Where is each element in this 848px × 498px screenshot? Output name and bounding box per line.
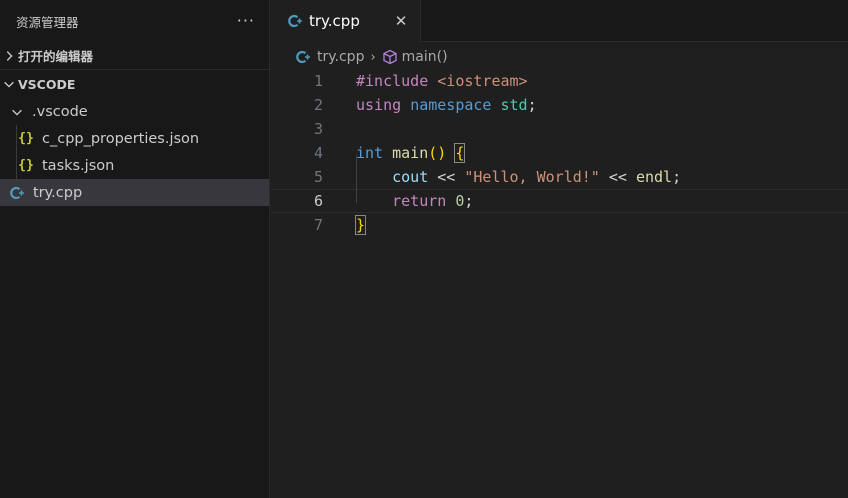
workspace-label: VSCODE [18,76,76,92]
code-line: 3 [271,117,848,141]
chevron-down-icon [10,105,24,119]
tree-file-c-cpp-properties[interactable]: {} c_cpp_properties.json [0,125,269,152]
code-text: cout << "Hello, World!" << endl; [392,168,682,186]
chevron-down-icon [2,77,16,91]
indent-guide [16,125,17,152]
line-number: 4 [313,144,323,162]
tree-folder-vscode[interactable]: .vscode [0,98,269,125]
indent-guide [16,152,17,179]
explorer-header: 资源管理器 ··· [0,0,269,42]
line-number: 7 [313,216,323,234]
chevron-right-icon [2,49,16,63]
editor-area: try.cpp ✕ try.cpp › main() 1 #include <i… [271,0,848,498]
explorer-title: 资源管理器 [16,14,79,30]
breadcrumb-separator: › [370,49,376,65]
cpp-file-icon [9,185,25,201]
code-line: 4 int main() { [271,141,848,165]
code-text: return 0; [392,192,474,210]
cpp-file-icon [287,13,303,29]
file-name: c_cpp_properties.json [42,130,200,147]
code-line: 7 } [271,213,848,237]
method-symbol-icon [382,49,398,65]
folder-name: .vscode [32,103,88,120]
tab-label: try.cpp [309,12,360,30]
line-number: 1 [313,72,323,90]
json-file-icon: {} [18,158,34,173]
open-editors-label: 打开的编辑器 [18,49,94,64]
code-text: #include <iostream> [356,72,528,90]
json-file-icon: {} [18,131,34,146]
line-number: 6 [313,192,323,210]
explorer-sidebar: 资源管理器 ··· 打开的编辑器 VSCODE .vscode {} c_cpp… [0,0,270,498]
file-name: try.cpp [33,184,83,201]
tab-try-cpp[interactable]: try.cpp ✕ [271,0,421,42]
tab-bar: try.cpp ✕ [271,0,848,42]
code-line: 1 #include <iostream> [271,69,848,93]
code-line-current: 6 return 0; [271,189,848,213]
cpp-file-icon [295,49,311,65]
code-line: 5 cout << "Hello, World!" << endl; [271,165,848,189]
workspace-section[interactable]: VSCODE [0,70,269,98]
line-number: 2 [313,96,323,114]
tree-file-tasks[interactable]: {} tasks.json [0,152,269,179]
code-text: int main() { [356,143,466,163]
open-editors-section[interactable]: 打开的编辑器 [0,42,269,70]
more-actions-icon[interactable]: ··· [237,13,255,29]
breadcrumb-file[interactable]: try.cpp [317,49,364,65]
indent-guide [356,155,357,203]
line-number: 5 [313,168,323,186]
breadcrumb: try.cpp › main() [271,42,848,72]
file-name: tasks.json [42,157,115,174]
close-icon[interactable]: ✕ [392,12,410,30]
tree-file-try-cpp[interactable]: try.cpp [0,179,269,206]
code-editor[interactable]: 1 #include <iostream> 2 using namespace … [271,69,848,237]
line-number: 3 [313,120,323,138]
breadcrumb-symbol[interactable]: main() [402,49,448,65]
code-text: } [354,215,367,235]
code-line: 2 using namespace std; [271,93,848,117]
code-text: using namespace std; [356,96,537,114]
